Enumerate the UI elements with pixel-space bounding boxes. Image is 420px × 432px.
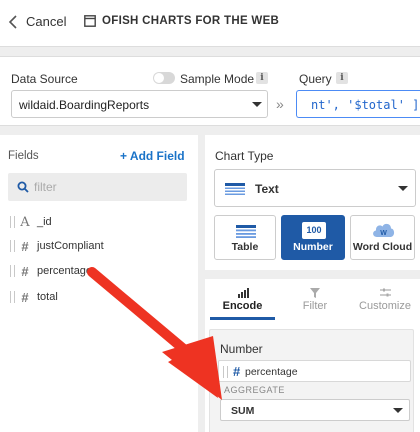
field-search[interactable] <box>8 173 187 201</box>
chart-type-value: Text <box>255 182 279 196</box>
caret-down-icon <box>393 408 403 413</box>
chart-type-word-cloud-label: Word Cloud <box>352 241 413 253</box>
field-name: _id <box>37 216 52 228</box>
cancel-button[interactable]: Cancel <box>8 14 66 29</box>
tab-filter[interactable]: Filter <box>280 279 350 319</box>
sample-mode-label: Sample Mode <box>180 72 255 86</box>
tab-encode[interactable]: Encode <box>210 279 275 319</box>
page-title: OFISH CHARTS FOR THE WEB <box>84 15 279 27</box>
filter-icon <box>310 288 320 298</box>
query-text: nt', '$total' ] <box>311 98 420 112</box>
query-input[interactable]: nt', '$total' ] <box>296 90 420 118</box>
field-search-input[interactable] <box>34 179 174 195</box>
tab-customize-label: Customize <box>359 300 411 312</box>
sample-mode-info-icon[interactable]: i <box>256 72 268 84</box>
field-name: total <box>37 291 58 303</box>
data-source-panel: Data Source Sample Mode i Query i wildai… <box>0 56 420 126</box>
encoded-field-name: percentage <box>245 366 298 378</box>
cancel-label: Cancel <box>26 14 67 29</box>
chart-window-icon <box>84 15 96 27</box>
word-cloud-icon: W <box>373 223 395 237</box>
caret-down-icon <box>252 102 262 107</box>
number-type-icon: # <box>21 289 29 305</box>
page-title-text: OFISH CHARTS FOR THE WEB <box>102 15 280 27</box>
tab-encode-label: Encode <box>222 300 263 312</box>
caret-down-icon <box>398 186 408 191</box>
double-chevron-icon: » <box>276 96 284 112</box>
data-source-label: Data Source <box>11 72 78 86</box>
aggregate-label: AGGREGATE <box>224 385 285 395</box>
field-name: percentage <box>37 265 93 277</box>
aggregate-value: SUM <box>231 405 255 417</box>
bar-chart-icon <box>238 288 249 298</box>
sliders-icon <box>380 288 391 297</box>
field-item-total[interactable]: # total <box>10 288 58 306</box>
query-info-icon[interactable]: i <box>336 72 348 84</box>
sample-mode-toggle[interactable] <box>153 72 175 84</box>
encode-panel: Encode Filter Customize Number # percent… <box>205 279 420 432</box>
field-item-justcompliant[interactable]: # justCompliant <box>10 237 104 255</box>
query-label: Query <box>299 72 332 86</box>
active-tab-indicator <box>210 317 275 320</box>
fields-title: Fields <box>8 150 39 162</box>
chart-type-table-button[interactable]: Table <box>214 215 276 260</box>
drag-handle-icon[interactable] <box>10 240 15 252</box>
tab-customize[interactable]: Customize <box>350 279 420 319</box>
number-type-icon: # <box>21 238 29 254</box>
search-icon <box>17 181 29 193</box>
chart-type-word-cloud-button[interactable]: W Word Cloud <box>350 215 415 260</box>
field-item-id[interactable]: A _id <box>10 213 52 231</box>
chart-type-title: Chart Type <box>215 149 274 163</box>
data-source-value: wildaid.BoardingReports <box>19 98 150 112</box>
drag-handle-icon[interactable] <box>10 291 15 303</box>
aggregate-select[interactable]: SUM <box>220 399 410 421</box>
table-icon <box>236 225 256 238</box>
chart-type-number-label: Number <box>293 241 333 253</box>
chart-type-select[interactable]: Text <box>214 169 416 207</box>
table-icon <box>225 183 245 195</box>
drag-handle-icon[interactable] <box>10 265 15 277</box>
field-name: justCompliant <box>37 240 104 252</box>
number-channel-label: Number <box>220 342 263 356</box>
tab-filter-label: Filter <box>302 300 328 312</box>
chart-type-table-label: Table <box>231 241 259 253</box>
chart-type-number-button[interactable]: 100 Number <box>281 215 345 260</box>
number-type-icon: # <box>21 263 29 279</box>
chevron-left-icon <box>8 14 17 29</box>
top-bar: Cancel OFISH CHARTS FOR THE WEB <box>0 0 420 47</box>
number-type-icon: # <box>233 364 241 379</box>
chart-type-panel: Chart Type Text Table 100 Number W Word … <box>205 135 420 270</box>
encode-channel-card: Number # percentage AGGREGATE SUM <box>209 329 414 432</box>
field-item-percentage[interactable]: # percentage <box>10 262 92 280</box>
drag-handle-icon[interactable] <box>10 216 15 228</box>
string-type-icon: A <box>20 214 30 230</box>
number-icon: 100 <box>302 222 326 239</box>
add-field-button[interactable]: + Add Field <box>120 149 185 163</box>
encoded-field-chip[interactable]: # percentage <box>218 360 411 382</box>
word-cloud-glyph: W <box>380 230 387 237</box>
data-source-select[interactable]: wildaid.BoardingReports <box>11 90 268 118</box>
fields-panel: Fields + Add Field A _id # justCompliant… <box>0 135 198 432</box>
drag-handle-icon[interactable] <box>223 366 228 378</box>
